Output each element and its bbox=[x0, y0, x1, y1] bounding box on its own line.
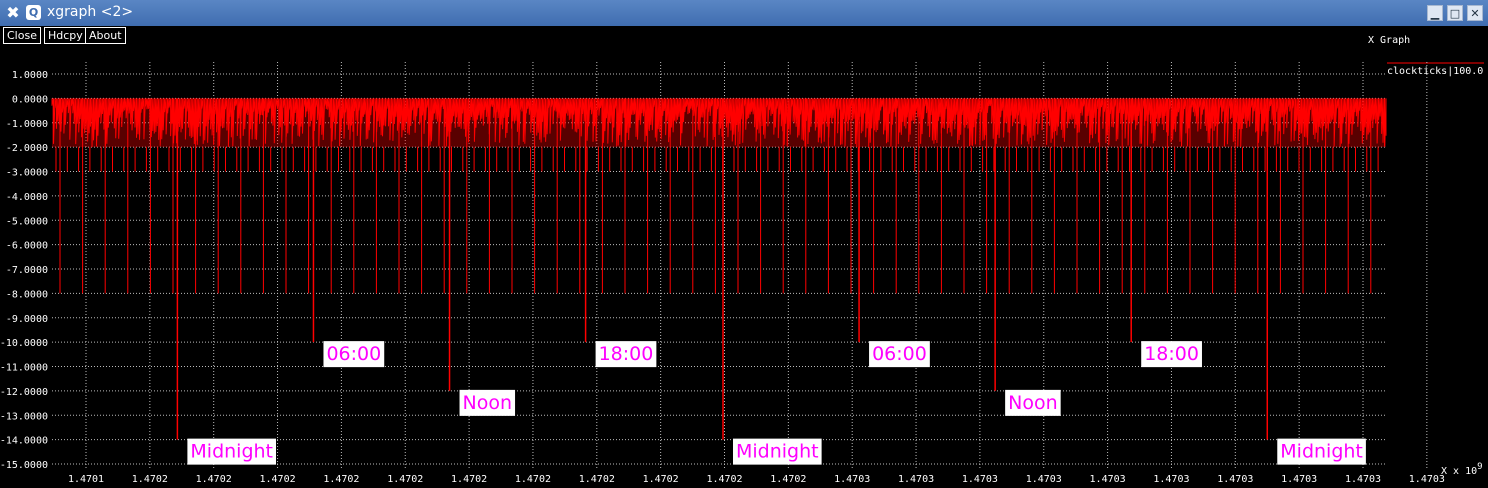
x-axis-ticks: 1.4701 1.4702 1.4702 1.4702 1.4702 1.4702 1.47… bbox=[68, 474, 1445, 485]
x-tick-label: 1.4702 bbox=[451, 474, 487, 485]
xgraph-app-icon[interactable]: ✖ bbox=[4, 4, 22, 22]
annotation-label: Midnight bbox=[187, 438, 277, 465]
y-tick-label: -11.0000 bbox=[0, 363, 48, 374]
legend: clockticks|100.0 bbox=[1387, 62, 1484, 77]
annotation-label: 18:00 bbox=[1141, 341, 1202, 368]
x-tick-label: 1.4702 bbox=[579, 474, 615, 485]
annotation-label: 18:00 bbox=[595, 341, 657, 368]
annotation-label: 06:00 bbox=[323, 341, 385, 368]
x-tick-label: 1.4702 bbox=[132, 474, 168, 485]
x-tick-label: 1.4702 bbox=[770, 474, 806, 485]
annotation-text: 18:00 bbox=[1144, 343, 1199, 365]
y-tick-label: -13.0000 bbox=[0, 411, 48, 422]
x-tick-label: 1.4702 bbox=[387, 474, 423, 485]
x-tick-label: 1.4702 bbox=[706, 474, 742, 485]
y-tick-label: -12.0000 bbox=[0, 387, 48, 398]
annotation-label: Noon bbox=[459, 389, 516, 416]
y-tick-label: -14.0000 bbox=[0, 436, 48, 447]
annotation-label: Noon bbox=[1005, 389, 1061, 416]
x-tick-label: 1.4703 bbox=[1153, 474, 1189, 485]
y-tick-label: 1.0000 bbox=[12, 70, 48, 81]
annotation-text: Noon bbox=[1008, 392, 1058, 414]
annotation-label: 06:00 bbox=[869, 341, 930, 368]
x-tick-label: 1.4702 bbox=[259, 474, 295, 485]
y-tick-label: -8.0000 bbox=[6, 289, 48, 300]
annotation-text: 06:00 bbox=[872, 343, 927, 365]
y-tick-label: 0.0000 bbox=[12, 94, 48, 105]
close-window-button[interactable]: ✕ bbox=[1467, 5, 1483, 21]
x-tick-label: 1.4703 bbox=[1409, 474, 1445, 485]
y-tick-label: -2.0000 bbox=[6, 143, 48, 154]
annotation-label: Midnight bbox=[733, 438, 822, 465]
annotation-label: Midnight bbox=[1277, 438, 1366, 465]
minimize-button[interactable]: ▁ bbox=[1427, 5, 1443, 21]
annotation-text: Noon bbox=[463, 392, 513, 414]
x-tick-label: 1.4702 bbox=[323, 474, 359, 485]
y-tick-label: -3.0000 bbox=[6, 168, 48, 179]
chart-plot: X Graph clockticks|100.0 1.0000 0.0000 -1.… bbox=[0, 35, 1484, 485]
annotation-text: Midnight bbox=[736, 441, 819, 463]
x-tick-label: 1.4701 bbox=[68, 474, 104, 485]
window-titlebar: ✖ Q xgraph <2> ▁ □ ✕ bbox=[0, 0, 1488, 26]
x-tick-label: 1.4703 bbox=[834, 474, 870, 485]
legend-label: clockticks|100.0 bbox=[1387, 66, 1483, 77]
x-tick-label: 1.4702 bbox=[515, 474, 551, 485]
y-axis-ticks: 1.0000 0.0000 -1.0000 -2.0000 -3.0000 -4.0000… bbox=[0, 70, 48, 471]
annotation-text: 06:00 bbox=[326, 343, 381, 365]
annotation-text: Midnight bbox=[1280, 441, 1363, 463]
x-axis-label-exponent: 9 bbox=[1477, 462, 1482, 472]
annotation-text: Midnight bbox=[190, 441, 273, 463]
x-tick-label: 1.4703 bbox=[1345, 474, 1381, 485]
x-tick-label: 1.4703 bbox=[1026, 474, 1062, 485]
maximize-button[interactable]: □ bbox=[1447, 5, 1463, 21]
window-menu-icon[interactable]: Q bbox=[26, 5, 41, 20]
y-tick-label: -1.0000 bbox=[6, 119, 48, 130]
x-axis-label: X x 109 bbox=[1441, 462, 1483, 477]
y-tick-label: -9.0000 bbox=[6, 314, 48, 325]
x-axis-label-base: X x 10 bbox=[1441, 466, 1477, 477]
y-tick-label: -15.0000 bbox=[0, 460, 48, 471]
x-tick-label: 1.4702 bbox=[196, 474, 232, 485]
x-tick-label: 1.4703 bbox=[1090, 474, 1126, 485]
series-minor-drops bbox=[55, 147, 1379, 172]
x-tick-label: 1.4703 bbox=[1217, 474, 1253, 485]
annotation-text: 18:00 bbox=[599, 343, 654, 365]
y-tick-label: -5.0000 bbox=[6, 216, 48, 227]
y-tick-label: -6.0000 bbox=[6, 241, 48, 252]
x-tick-label: 1.4702 bbox=[643, 474, 679, 485]
y-tick-label: -10.0000 bbox=[0, 338, 48, 349]
y-tick-label: -4.0000 bbox=[6, 192, 48, 203]
y-tick-label: -7.0000 bbox=[6, 265, 48, 276]
x-tick-label: 1.4703 bbox=[898, 474, 934, 485]
x-tick-label: 1.4703 bbox=[1281, 474, 1317, 485]
annotations: Midnight 06:00 Noon 18:00 Midnight 06:00 Noon 1… bbox=[187, 341, 1366, 465]
chart-title: X Graph bbox=[1368, 35, 1410, 46]
x-tick-label: 1.4703 bbox=[962, 474, 998, 485]
window-title: xgraph <2> bbox=[47, 4, 134, 20]
